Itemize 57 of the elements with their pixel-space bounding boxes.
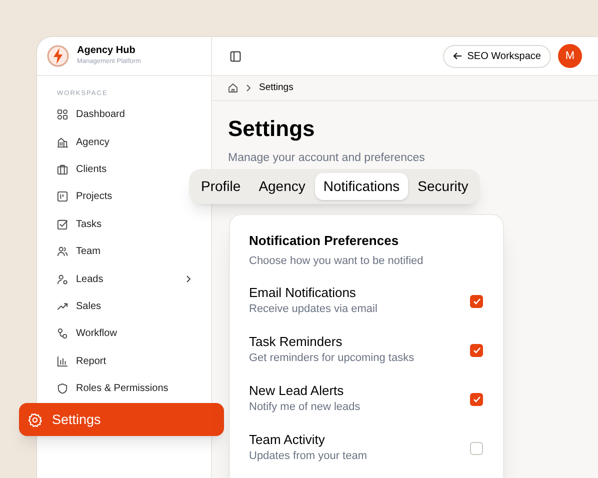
sidebar-item[interactable]: Roles & Permissions <box>57 374 168 402</box>
tab[interactable]: Profile <box>193 173 249 200</box>
checkbox[interactable] <box>470 344 483 356</box>
sidebar-item[interactable]: Workflow <box>57 320 117 348</box>
option-title: Team Activity <box>249 432 326 448</box>
sidebar-item[interactable]: Sales <box>57 292 102 320</box>
sidebar-toggle-icon[interactable] <box>230 50 241 62</box>
card-title: Notification Preferences <box>249 233 400 250</box>
sidebar-item[interactable]: Settings <box>19 403 224 436</box>
arrow-left-icon <box>453 52 462 60</box>
option-description: Get reminders for upcoming tasks <box>249 352 416 366</box>
sidebar-item[interactable]: Report <box>57 348 106 375</box>
checkbox[interactable] <box>470 442 483 454</box>
checkbox-icon <box>57 218 68 230</box>
shield-icon <box>57 383 68 394</box>
sidebar-item[interactable]: Team <box>57 238 100 266</box>
settings-icon <box>28 412 42 427</box>
trend-icon <box>57 300 68 312</box>
sidebar-item[interactable]: Clients <box>57 156 107 184</box>
option-title: Task Reminders <box>249 334 344 350</box>
sidebar-item[interactable]: Projects <box>57 183 112 211</box>
option-title: Email Notifications <box>249 285 357 302</box>
option-description: Notify me of new leads <box>249 401 362 415</box>
user-icon <box>57 274 68 285</box>
grid-icon <box>57 109 68 120</box>
tab[interactable]: Agency <box>250 173 314 200</box>
option-description: Updates from your team <box>249 450 368 464</box>
workspace-button[interactable]: SEO Workspace <box>443 44 551 68</box>
briefcase-icon <box>57 164 68 175</box>
checkmark-icon <box>472 298 480 304</box>
lightning-logo-icon <box>47 45 69 67</box>
sidebar-item[interactable]: Tasks <box>57 210 102 238</box>
page-title: Settings <box>228 118 316 140</box>
brand-name: Agency Hub <box>77 46 136 56</box>
chevron-right-icon <box>246 84 251 92</box>
option-title: New Lead Alerts <box>249 383 345 400</box>
checkmark-icon <box>472 346 480 354</box>
option-description: Receive updates via email <box>249 303 378 317</box>
user-avatar[interactable]: M <box>558 44 582 68</box>
checkmark-icon <box>472 396 480 402</box>
building-icon <box>57 136 68 148</box>
checkbox[interactable] <box>470 294 483 308</box>
card-subtitle: Choose how you want to be notified <box>249 255 424 269</box>
users-icon <box>57 246 68 258</box>
workflow-icon <box>57 328 68 340</box>
breadcrumb-item[interactable]: Settings <box>259 80 294 96</box>
page-subtitle: Manage your account and preferences <box>228 151 426 166</box>
sidebar-item[interactable]: Dashboard <box>57 101 125 128</box>
tab[interactable]: Security <box>410 173 476 200</box>
home-icon[interactable] <box>228 83 238 93</box>
frame-icon <box>57 191 68 202</box>
sidebar-item[interactable]: Agency <box>57 128 110 156</box>
sidebar-item[interactable]: Leads <box>57 265 211 293</box>
tab[interactable]: Notifications <box>315 173 408 200</box>
chevron-right-icon <box>186 275 191 284</box>
bar-chart-icon <box>57 356 68 367</box>
checkbox[interactable] <box>470 392 483 406</box>
